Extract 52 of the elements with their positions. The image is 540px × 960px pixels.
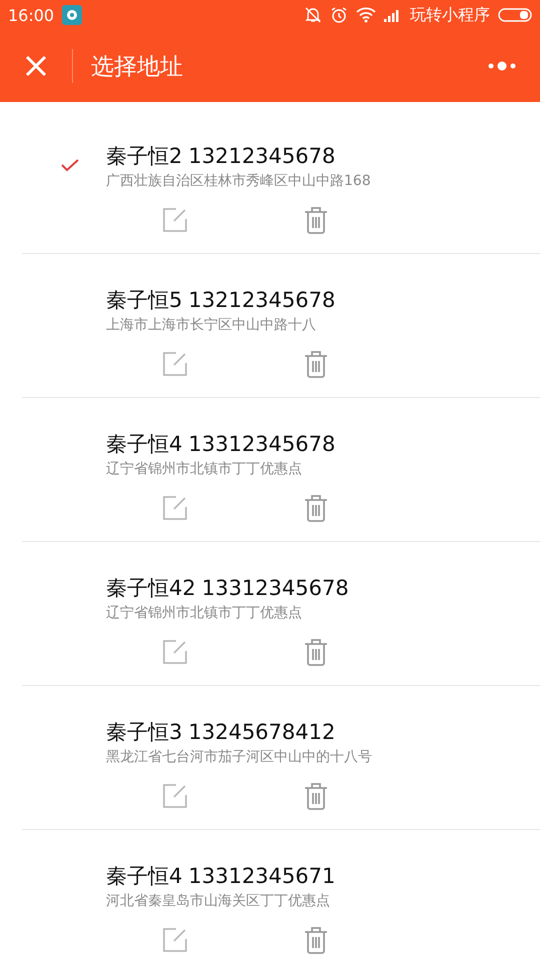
delete-button[interactable] <box>304 206 328 234</box>
delete-button[interactable] <box>304 782 328 810</box>
phone-number: 13312345678 <box>202 575 349 602</box>
address-text: 上海市上海市长宁区中山中路十八 <box>106 316 317 334</box>
app-notification-icon <box>62 5 82 25</box>
trash-icon <box>304 926 328 954</box>
contact-name: 秦子恒2 <box>106 143 182 170</box>
trash-icon <box>304 782 328 810</box>
contact-name: 秦子恒4 <box>106 431 182 458</box>
edit-button[interactable] <box>162 638 188 666</box>
mute-bell-icon <box>304 6 322 24</box>
edit-icon <box>162 927 188 953</box>
delete-button[interactable] <box>304 638 328 666</box>
close-icon <box>24 54 48 78</box>
more-dots-icon <box>487 61 517 71</box>
edit-icon <box>162 207 188 233</box>
edit-button[interactable] <box>162 350 188 378</box>
edit-icon <box>162 495 188 521</box>
phone-number: 13212345678 <box>188 143 336 170</box>
trash-icon <box>304 206 328 234</box>
status-time: 16:00 <box>8 6 54 24</box>
edit-button[interactable] <box>162 926 188 954</box>
edit-icon <box>162 639 188 665</box>
edit-button[interactable] <box>162 206 188 234</box>
delete-button[interactable] <box>304 350 328 378</box>
address-text: 河北省秦皇岛市山海关区丁丁优惠点 <box>106 892 331 910</box>
page-title: 选择地址 <box>91 52 184 82</box>
trash-icon <box>304 350 328 378</box>
contact-name: 秦子恒5 <box>106 287 182 314</box>
address-text: 广西壮族自治区桂林市秀峰区中山中路168 <box>106 172 372 190</box>
phone-number: 13312345678 <box>188 431 336 458</box>
phone-number: 13212345678 <box>188 287 336 314</box>
carrier-label: 玩转小程序 <box>410 4 490 26</box>
address-text: 辽宁省锦州市北镇市丁丁优惠点 <box>106 604 303 622</box>
contact-name: 秦子恒3 <box>106 719 182 746</box>
edit-icon <box>162 783 188 809</box>
edit-icon <box>162 351 188 377</box>
phone-number: 13245678412 <box>188 719 336 746</box>
delete-button[interactable] <box>304 494 328 522</box>
address-text: 辽宁省锦州市北镇市丁丁优惠点 <box>106 460 303 478</box>
contact-name: 秦子恒42 <box>106 575 196 602</box>
delete-button[interactable] <box>304 926 328 954</box>
wifi-icon <box>356 7 376 23</box>
edit-button[interactable] <box>162 782 188 810</box>
trash-icon <box>304 494 328 522</box>
edit-button[interactable] <box>162 494 188 522</box>
trash-icon <box>304 638 328 666</box>
contact-name: 秦子恒4 <box>106 863 182 890</box>
battery-icon <box>498 8 532 22</box>
alarm-icon <box>330 6 348 24</box>
phone-number: 13312345671 <box>188 863 336 890</box>
address-text: 黑龙江省七台河市茄子河区中山中的十八号 <box>106 748 373 766</box>
